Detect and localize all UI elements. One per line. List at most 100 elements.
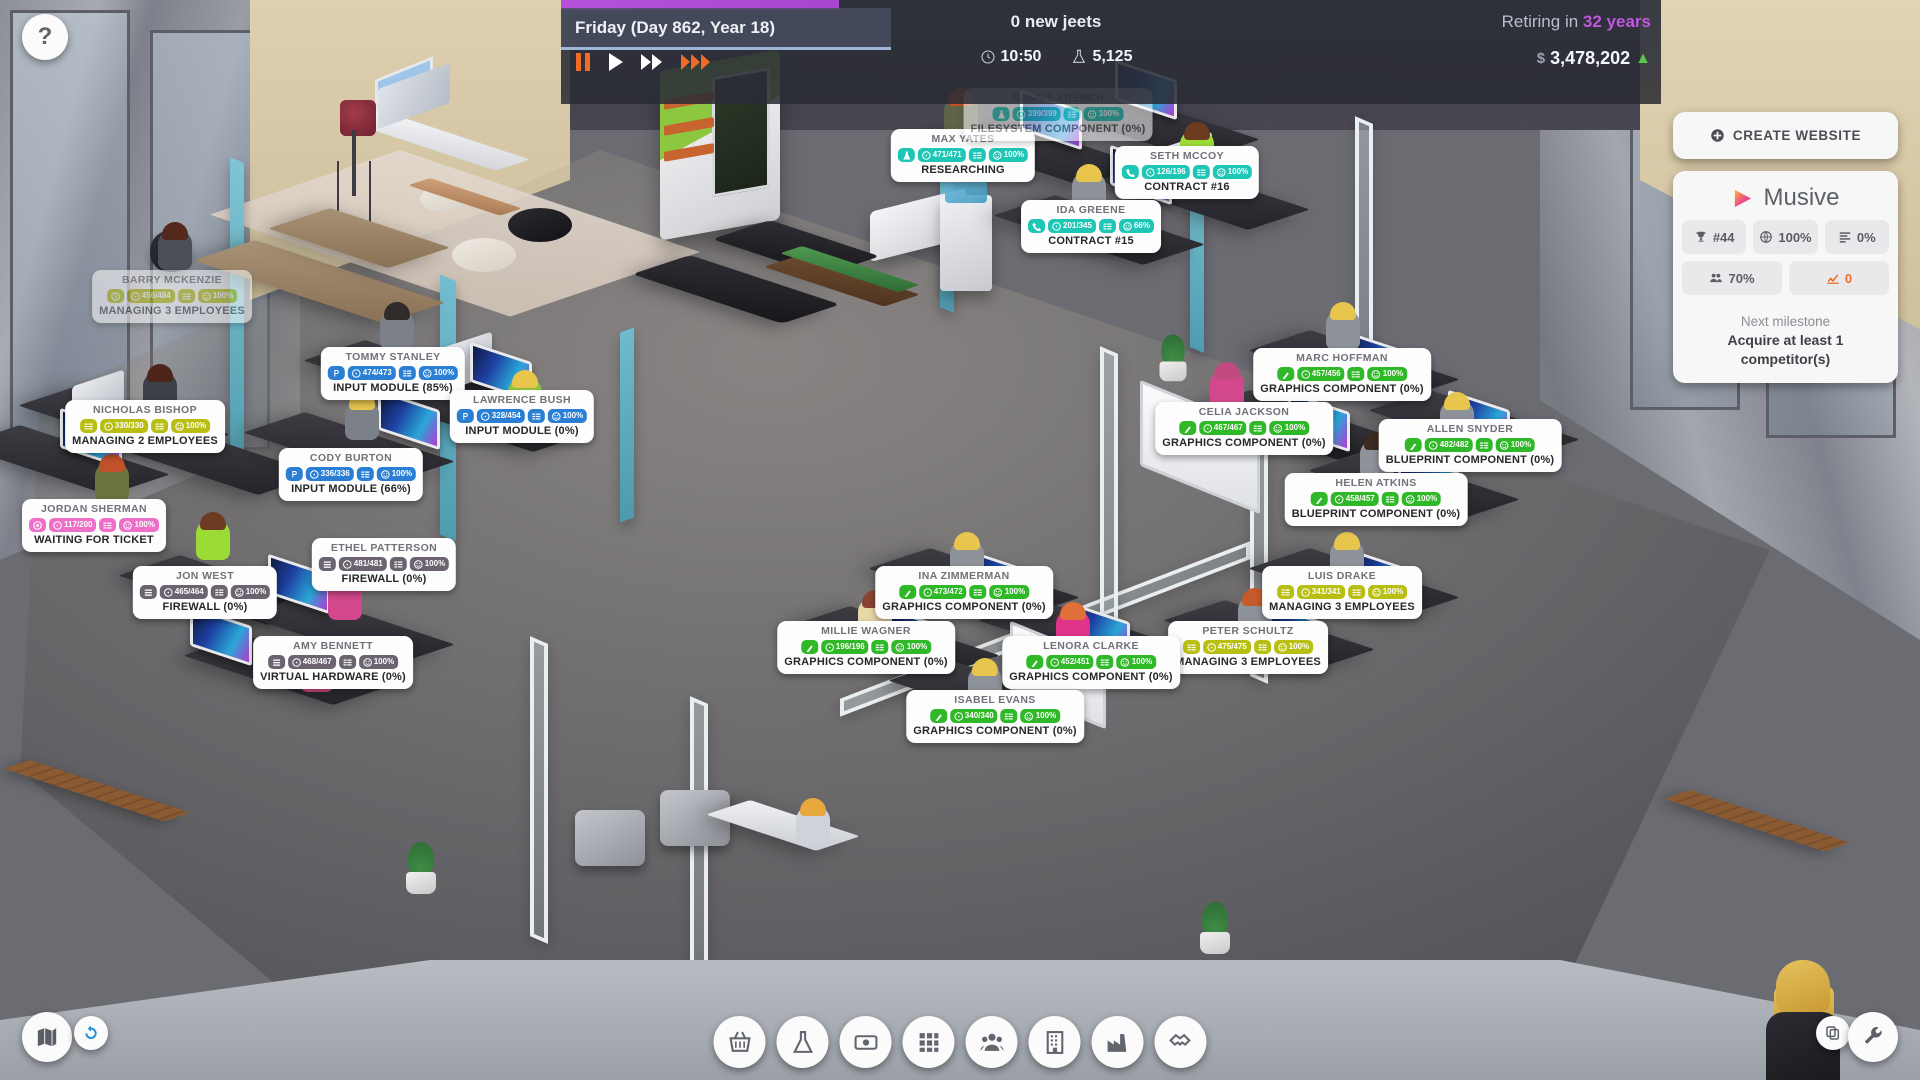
employee-label[interactable]: CELIA JACKSON 467/467 100% GRAPHICS COMPONE… (1155, 402, 1333, 455)
stat-pill (1249, 421, 1267, 435)
ultra-speed-button[interactable] (680, 52, 714, 72)
stat-pill: 328/454 (476, 409, 525, 423)
clock-stat: 10:50 (980, 48, 1041, 66)
employee-label[interactable]: INA ZIMMERMAN 473/472 100% GRAPHICS COMPONE… (875, 566, 1053, 619)
stat-pill-value: 100% (1131, 657, 1153, 666)
stat-pill: 330/330 (99, 419, 148, 433)
stat-pill-value: 100% (562, 411, 584, 420)
employee-label[interactable]: PETER SCHULTZ 475/475 100% MANAGING 3 EMPLO… (1168, 621, 1328, 674)
employee-task: BLUEPRINT COMPONENT (0%) (1291, 508, 1461, 520)
employee-label[interactable]: HELEN ATKINS 458/457 100% BLUEPRINT COMPONE… (1284, 473, 1468, 526)
employee-label[interactable]: TOMMY STANLEY 474/473 100% INPUT MODULE (85… (320, 347, 466, 400)
queue-icon (1352, 589, 1361, 595)
kpi-growth[interactable]: 0 (1789, 261, 1889, 295)
employee-label[interactable]: ALLEN SNYDER 482/482 100% BLUEPRINT COMPONE… (1378, 419, 1562, 472)
employee-name: AMY BENNETT (292, 640, 374, 652)
employee-name: MILLIE WAGNER (821, 625, 911, 637)
employee-label[interactable]: IDA GREENE 201/345 66% CONTRACT #15 (1021, 200, 1161, 253)
stat-pill (1347, 585, 1365, 599)
stat-pill (139, 585, 157, 599)
employee-stat-pills: 474/473 100% (327, 366, 459, 380)
stat-pill (29, 518, 47, 532)
employee-label[interactable]: LENORA CLARKE 452/451 100% GRAPHICS COMPONE… (1002, 636, 1180, 689)
employee-label[interactable]: BARRY MCKENZIE 456/484 100% MANAGING 3 EMPL… (92, 270, 252, 323)
speed-icon (1335, 494, 1344, 504)
create-website-button[interactable]: CREATE WEBSITE (1673, 112, 1898, 159)
play-button[interactable] (608, 52, 624, 72)
research-button[interactable] (776, 1016, 829, 1068)
stat-pill: 100% (1212, 165, 1253, 179)
employee-label[interactable]: MILLIE WAGNER 196/196 100% GRAPHICS COMPONE… (777, 621, 955, 674)
duplicate-button[interactable] (1816, 1016, 1850, 1050)
stat-pill: 465/464 (159, 585, 208, 599)
queue-icon (182, 293, 191, 299)
employee-name: IDA GREENE (1056, 204, 1126, 216)
queue-icon (343, 659, 352, 665)
stat-pill (318, 557, 336, 571)
kpi-rank[interactable]: #44 (1682, 220, 1747, 254)
stat-pill-value: 100% (1003, 150, 1025, 159)
stat-pill (992, 107, 1010, 121)
stat-pill: 100% (1083, 107, 1124, 121)
jeets-counter[interactable]: 0 new jeets (891, 12, 1221, 32)
speed-icon (1301, 369, 1310, 379)
deals-button[interactable] (1154, 1016, 1207, 1068)
minimap-button[interactable] (22, 1012, 72, 1062)
market-button[interactable] (713, 1016, 766, 1068)
building-icon (1046, 1030, 1063, 1054)
employee-label[interactable]: SETH MCCOY 126/196 100% CONTRACT #16 (1114, 146, 1260, 199)
employee-name: LUIS DRAKE (1307, 570, 1377, 582)
employee-label[interactable]: MARC HOFFMAN 457/456 100% GRAPHICS COMPONEN… (1253, 348, 1431, 401)
employee-label[interactable]: LAWRENCE BUSH 328/454 100% INPUT MODULE (0%… (449, 390, 595, 443)
employee-label[interactable]: JON WEST 465/464 100% FIREWALL (0%) (132, 566, 278, 619)
employee-task: MANAGING 2 EMPLOYEES (72, 435, 218, 447)
employee-label[interactable]: LUIS DRAKE 341/341 100% MANAGING 3 EMPLOYEE… (1262, 566, 1422, 619)
stat-pill-value: 336/336 (320, 469, 350, 478)
stat-pill (1475, 438, 1493, 452)
stat-pill-value: 100% (1416, 494, 1438, 503)
employee-label[interactable]: CODY BURTON 336/336 100% INPUT MODULE (66%) (278, 448, 424, 501)
employee-task: GRAPHICS COMPONENT (0%) (1009, 671, 1173, 683)
stat-pill (527, 409, 545, 423)
queue-icon (155, 423, 164, 429)
chart-icon (1827, 274, 1839, 284)
pause-button[interactable] (575, 52, 592, 72)
speed-icon (825, 642, 834, 652)
buildings-button[interactable] (1028, 1016, 1081, 1068)
build-tools-button[interactable] (1848, 1012, 1898, 1062)
stat-pill (389, 557, 407, 571)
stat-pill (210, 585, 228, 599)
employee-label[interactable]: ETHEL PATTERSON 481/481 100% FIREWALL (0%) (311, 538, 457, 591)
money-icon (854, 1034, 877, 1050)
speed-icon (310, 469, 319, 479)
design-icon (904, 590, 911, 597)
employee-label[interactable]: JORDAN SHERMAN 117/200 100% WAITING FOR TIC… (22, 499, 166, 552)
employee-stat-pills: 482/482 100% (1386, 438, 1555, 452)
queue-icon (1197, 169, 1206, 175)
kpi-satisfaction[interactable]: 70% (1682, 261, 1782, 295)
stat-pill (1121, 165, 1139, 179)
employee-label[interactable]: NICHOLAS BISHOP 330/330 100% MANAGING 2 EMP… (65, 400, 225, 453)
stat-pill-value: 468/467 (302, 657, 332, 666)
finances-button[interactable] (839, 1016, 892, 1068)
beanbag-chair (508, 208, 572, 242)
production-button[interactable] (1091, 1016, 1144, 1068)
fast-forward-button[interactable] (640, 52, 664, 72)
employee-label[interactable]: ISABEL EVANS 340/340 100% GRAPHICS COMPONEN… (906, 690, 1084, 743)
kpi-uptime[interactable]: 100% (1753, 220, 1818, 254)
stat-pill (1253, 640, 1271, 654)
employee-task: FIREWALL (0%) (162, 601, 248, 613)
kpi-servers[interactable]: 0% (1824, 220, 1889, 254)
employees-button[interactable] (965, 1016, 1018, 1068)
rotate-view-button[interactable] (74, 1016, 108, 1050)
inventory-button[interactable] (902, 1016, 955, 1068)
create-website-card[interactable]: CREATE WEBSITE (1673, 112, 1898, 159)
employee-label[interactable]: AMY BENNETT 468/467 100% VIRTUAL HARDWARE (… (253, 636, 413, 689)
help-button[interactable]: ? (22, 14, 68, 60)
mood-icon (1371, 369, 1381, 379)
stat-pill-value: 100% (134, 520, 155, 529)
stat-pill-value: 100% (1288, 642, 1310, 651)
stat-pill-value: 471/471 (932, 150, 962, 159)
mood-icon (993, 587, 1003, 597)
speed-icon (131, 291, 140, 301)
